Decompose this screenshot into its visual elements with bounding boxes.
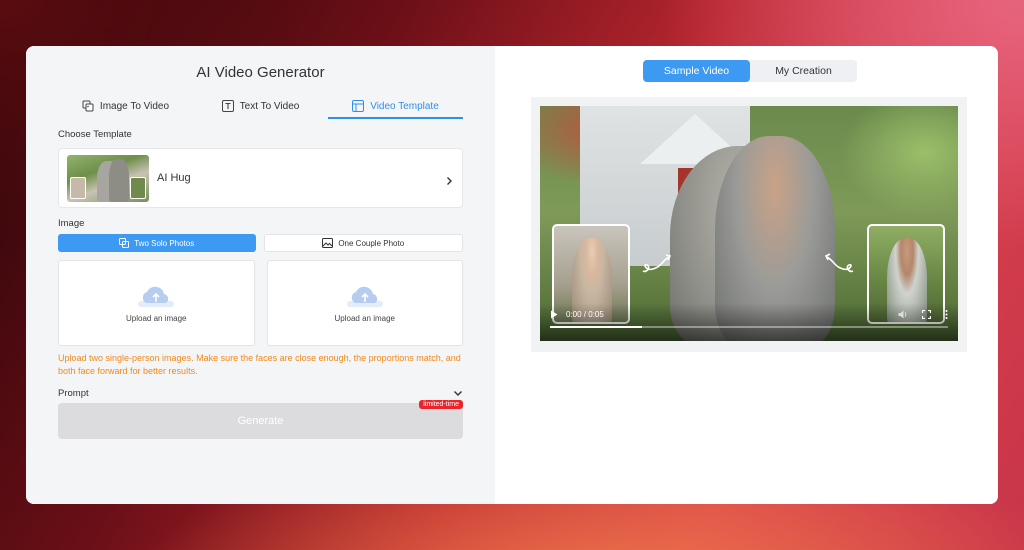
template-name: AI Hug (157, 172, 191, 184)
more-options-icon[interactable] (945, 309, 948, 319)
image-mode-toggle: Two Solo Photos One Couple Photo (58, 234, 463, 252)
prompt-label: Prompt (58, 387, 89, 399)
upload-label: Upload an image (126, 314, 187, 323)
video-time: 0:00 / 0:05 (566, 309, 604, 319)
video-progress-fill (550, 326, 642, 328)
cloud-upload-icon (138, 286, 175, 307)
template-thumbnail (67, 154, 149, 202)
upload-hint: Upload two single-person images. Make su… (58, 353, 461, 376)
prompt-toggle[interactable]: Prompt (58, 386, 463, 400)
main-card: AI Video Generator Image To Video Text T… (26, 46, 998, 504)
volume-icon[interactable] (898, 310, 908, 319)
limited-time-badge: limited-time (419, 400, 463, 409)
mode-label: Two Solo Photos (134, 238, 195, 248)
template-selector[interactable]: AI Hug (58, 148, 463, 208)
generate-button[interactable]: Generate (58, 403, 463, 439)
preview-tabs: Sample Video My Creation (643, 60, 857, 82)
tab-label: Text To Video (239, 100, 300, 112)
cloud-upload-icon (346, 286, 383, 307)
text-icon (221, 100, 234, 112)
tab-sample-video[interactable]: Sample Video (643, 60, 750, 82)
play-icon[interactable] (550, 310, 558, 319)
tab-my-creation[interactable]: My Creation (750, 60, 857, 82)
generator-panel: AI Video Generator Image To Video Text T… (26, 46, 495, 504)
curved-arrow-icon (642, 254, 672, 273)
curved-arrow-icon (824, 253, 854, 273)
chevron-down-icon (454, 391, 462, 396)
template-icon (352, 100, 365, 112)
video-controls: 0:00 / 0:05 (540, 303, 958, 341)
generate-wrapper: Generate limited-time (58, 400, 463, 439)
image-to-video-icon (82, 100, 94, 112)
fullscreen-icon[interactable] (922, 309, 931, 319)
tab-label: Video Template (370, 100, 439, 112)
tab-video-template[interactable]: Video Template (328, 95, 463, 119)
one-couple-photo-button[interactable]: One Couple Photo (263, 234, 463, 252)
sample-video-player[interactable]: 0:00 / 0:05 (540, 106, 958, 341)
page-title: AI Video Generator (196, 64, 325, 81)
upload-image-slot-1[interactable]: Upload an image (58, 260, 255, 346)
image-section-label: Image (58, 218, 85, 229)
preview-panel: Sample Video My Creation 0:00 / 0:05 (495, 46, 998, 504)
upload-label: Upload an image (334, 314, 395, 323)
photo-icon (322, 238, 334, 248)
mode-tabs: Image To Video Text To Video Video Templ… (58, 95, 463, 119)
chevron-right-icon (444, 173, 454, 185)
two-solo-photos-button[interactable]: Two Solo Photos (58, 234, 256, 252)
video-frame: 0:00 / 0:05 (531, 97, 967, 352)
upload-image-slot-2[interactable]: Upload an image (266, 260, 463, 346)
tab-text-to-video[interactable]: Text To Video (193, 95, 328, 119)
two-photos-icon (119, 238, 130, 248)
tab-label: Image To Video (99, 100, 170, 112)
upload-area: Upload an image Upload an image (58, 260, 463, 346)
tab-image-to-video[interactable]: Image To Video (58, 95, 193, 119)
mode-label: One Couple Photo (338, 238, 405, 248)
video-progress-bar[interactable] (550, 326, 948, 328)
choose-template-label: Choose Template (58, 129, 132, 140)
